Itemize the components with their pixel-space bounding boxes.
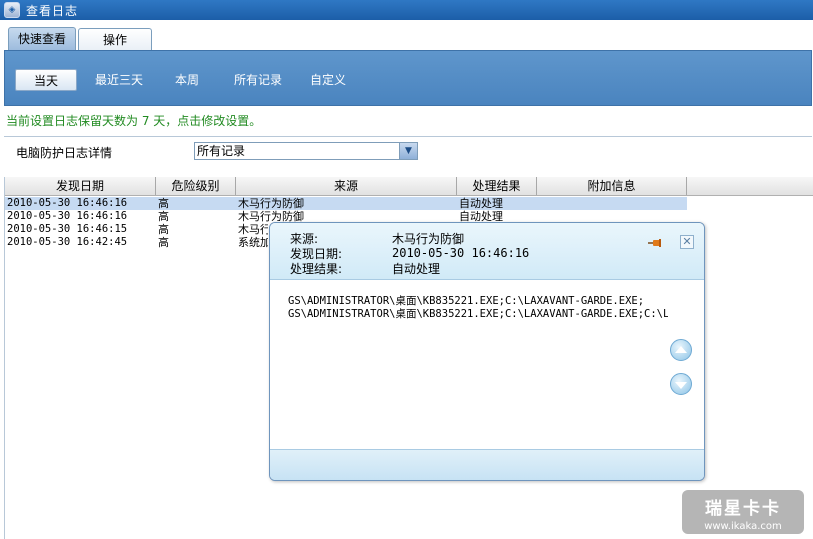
log-retention-notice-link[interactable]: 当前设置日志保留天数为 7 天，点击修改设置。: [6, 112, 261, 129]
filter-last-three-days-button[interactable]: 最近三天: [89, 69, 149, 91]
window-title-bar: ◈ 查看日志: [0, 0, 813, 20]
tab-operation[interactable]: 操作: [78, 28, 152, 51]
table-header: 发现日期 危险级别 来源 处理结果 附加信息: [5, 177, 813, 196]
table-row[interactable]: 2010-05-30 16:46:16 高 木马行为防御 自动处理: [5, 197, 687, 210]
arrow-down-icon: [675, 381, 687, 389]
column-header-level[interactable]: 危险级别: [156, 177, 236, 195]
filter-this-week-button[interactable]: 本周: [165, 69, 209, 91]
shield-icon: ◈: [4, 2, 20, 18]
watermark-logo: 瑞星卡卡 www.ikaka.com: [682, 490, 804, 534]
row-date: 2010-05-30 16:46:16: [7, 210, 128, 222]
row-level: 高: [158, 223, 169, 236]
scroll-down-button[interactable]: [670, 373, 692, 395]
row-result: 自动处理: [459, 197, 503, 210]
arrow-up-icon: [675, 345, 687, 353]
column-header-source[interactable]: 来源: [236, 177, 457, 195]
pin-icon[interactable]: [648, 237, 664, 249]
row-date: 2010-05-30 16:42:45: [7, 236, 128, 248]
filter-custom-button[interactable]: 自定义: [303, 69, 353, 91]
log-filter-selected-value: 所有记录: [197, 144, 246, 158]
quick-filter-bar: 当天 最近三天 本周 所有记录 自定义: [4, 50, 812, 106]
row-date: 2010-05-30 16:46:16: [7, 197, 128, 209]
column-header-date[interactable]: 发现日期: [5, 177, 156, 195]
popup-header: 来源: 木马行为防御 发现日期: 2010-05-30 16:46:16 处理结…: [270, 223, 704, 280]
divider: [4, 136, 812, 137]
column-header-extra[interactable]: 附加信息: [537, 177, 687, 195]
popup-source-value: 木马行为防御: [392, 232, 465, 246]
row-level: 高: [158, 197, 169, 210]
row-level: 高: [158, 236, 169, 249]
watermark-brand: 瑞星卡卡: [705, 499, 781, 519]
row-level: 高: [158, 210, 169, 223]
popup-date-value: 2010-05-30 16:46:16: [392, 246, 530, 260]
row-source: 木马行为防御: [238, 197, 304, 210]
window-title: 查看日志: [26, 3, 79, 18]
popup-detail-text: GS\ADMINISTRATOR\桌面\KB835221.EXE;C:\LAXA…: [288, 295, 668, 321]
row-source: 系统加: [238, 236, 268, 249]
popup-footer: [270, 449, 704, 480]
log-filter-dropdown[interactable]: 所有记录 ▼: [194, 142, 418, 160]
watermark-url: www.ikaka.com: [704, 521, 782, 532]
tab-strip: 快速查看 操作: [0, 20, 813, 52]
filter-all-records-button[interactable]: 所有记录: [227, 69, 289, 91]
log-type-label: 电脑防护日志详情: [16, 146, 113, 160]
popup-result-label: 处理结果:: [290, 262, 343, 276]
filter-today-button[interactable]: 当天: [15, 69, 77, 91]
close-icon[interactable]: ✕: [680, 235, 694, 249]
row-source: 木马行为防御: [238, 223, 268, 236]
log-detail-popup: 来源: 木马行为防御 发现日期: 2010-05-30 16:46:16 处理结…: [269, 222, 705, 481]
column-header-result[interactable]: 处理结果: [457, 177, 537, 195]
tab-quick-view[interactable]: 快速查看: [8, 27, 76, 52]
detail-line: GS\ADMINISTRATOR\桌面\KB835221.EXE;C:\LAXA…: [288, 295, 645, 307]
popup-result-value: 自动处理: [392, 262, 441, 276]
chevron-down-icon[interactable]: ▼: [399, 143, 417, 159]
row-date: 2010-05-30 16:46:15: [7, 223, 128, 235]
scroll-up-button[interactable]: [670, 339, 692, 361]
detail-line: GS\ADMINISTRATOR\桌面\KB835221.EXE;C:\LAXA…: [288, 308, 668, 320]
